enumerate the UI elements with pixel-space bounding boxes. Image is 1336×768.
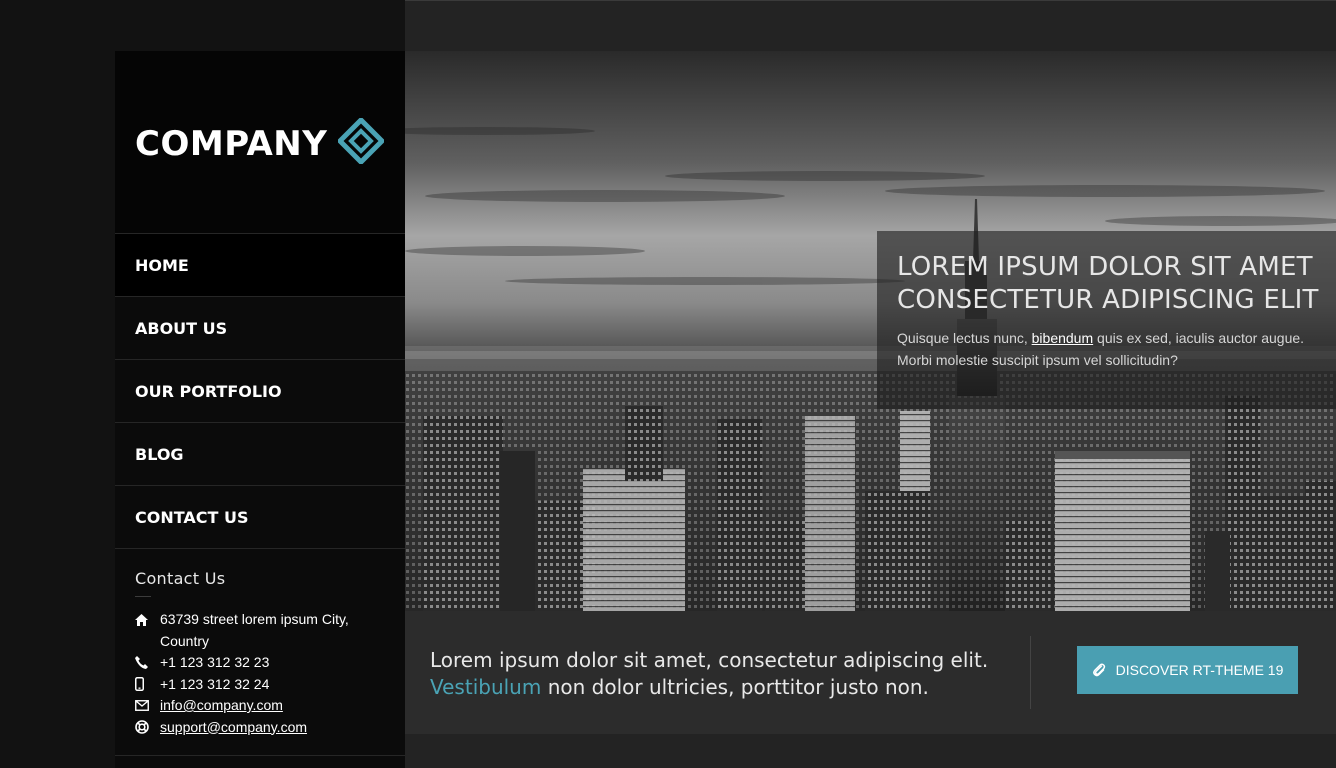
logo-diamond-icon [338, 118, 384, 164]
cta-accent-word: Vestibulum [430, 675, 542, 699]
nav-item-about[interactable]: ABOUT US [115, 297, 405, 360]
mobile-icon [135, 674, 160, 696]
cta-text: Lorem ipsum dolor sit amet, consectetur … [430, 647, 1020, 701]
lifebuoy-icon [135, 717, 160, 739]
hero-description: Quisque lectus nunc, bibendum quis ex se… [897, 327, 1336, 371]
discover-button-label: DISCOVER RT-THEME 19 [1115, 662, 1284, 678]
main-nav: HOME ABOUT US OUR PORTFOLIO BLOG CONTACT… [115, 233, 405, 549]
logo-area: COMPANY [115, 51, 405, 233]
nav-item-contact[interactable]: CONTACT US [115, 486, 405, 549]
nav-item-label: HOME [135, 255, 189, 275]
contact-mobile: +1 123 312 32 24 [135, 674, 385, 696]
hero-heading: LOREM IPSUM DOLOR SIT AMET CONSECTETUR A… [897, 251, 1336, 317]
contact-address: 63739 street lorem ipsum City, Country [135, 609, 385, 652]
hero-slider[interactable]: LOREM IPSUM DOLOR SIT AMET CONSECTETUR A… [405, 51, 1336, 611]
discover-button[interactable]: DISCOVER RT-THEME 19 [1077, 646, 1298, 694]
nav-item-home[interactable]: HOME [115, 234, 405, 297]
hero-heading-line1: LOREM IPSUM DOLOR SIT AMET [897, 252, 1313, 282]
nav-item-blog[interactable]: BLOG [115, 423, 405, 486]
cta-line1: Lorem ipsum dolor sit amet, consectetur … [430, 648, 989, 672]
address-line1: 63739 street lorem ipsum City, [160, 611, 349, 627]
paperclip-icon [1092, 663, 1106, 677]
sidebar-divider [115, 755, 405, 756]
nav-item-label: OUR PORTFOLIO [135, 381, 282, 401]
contact-phone: +1 123 312 32 23 [135, 652, 385, 674]
phone-text: +1 123 312 32 23 [160, 654, 270, 670]
contact-email: info@company.com [135, 695, 385, 717]
contact-title: Contact Us [135, 569, 226, 588]
support-link[interactable]: support@company.com [160, 717, 307, 739]
call-to-action-bar: Lorem ipsum dolor sit amet, consectetur … [405, 611, 1336, 734]
hero-heading-line2: CONSECTETUR ADIPISCING ELIT [897, 285, 1319, 315]
hero-caption: LOREM IPSUM DOLOR SIT AMET CONSECTETUR A… [877, 231, 1336, 409]
contact-support: support@company.com [135, 717, 385, 739]
cta-line2: non dolor ultricies, porttitor justo non… [541, 675, 929, 699]
nav-item-portfolio[interactable]: OUR PORTFOLIO [115, 360, 405, 423]
hero-text-before: Quisque lectus nunc, [897, 330, 1032, 346]
phone-icon [135, 652, 160, 674]
contact-title-underline [135, 596, 151, 597]
sidebar: COMPANY HOME ABOUT US OUR PORTFOLIO BLOG… [115, 51, 405, 768]
hero-link[interactable]: bibendum [1032, 330, 1094, 346]
brand-logo-text[interactable]: COMPANY [135, 124, 327, 164]
mobile-text: +1 123 312 32 24 [160, 675, 270, 692]
nav-item-label: ABOUT US [135, 318, 228, 338]
top-border [405, 0, 1336, 1]
envelope-icon [135, 695, 160, 717]
contact-widget: Contact Us 63739 street lorem ipsum City… [115, 549, 405, 738]
nav-item-label: CONTACT US [135, 507, 249, 527]
cta-divider [1030, 636, 1031, 709]
nav-item-label: BLOG [135, 444, 184, 464]
home-icon [135, 609, 160, 631]
email-link[interactable]: info@company.com [160, 695, 283, 717]
address-line2: Country [160, 632, 210, 649]
